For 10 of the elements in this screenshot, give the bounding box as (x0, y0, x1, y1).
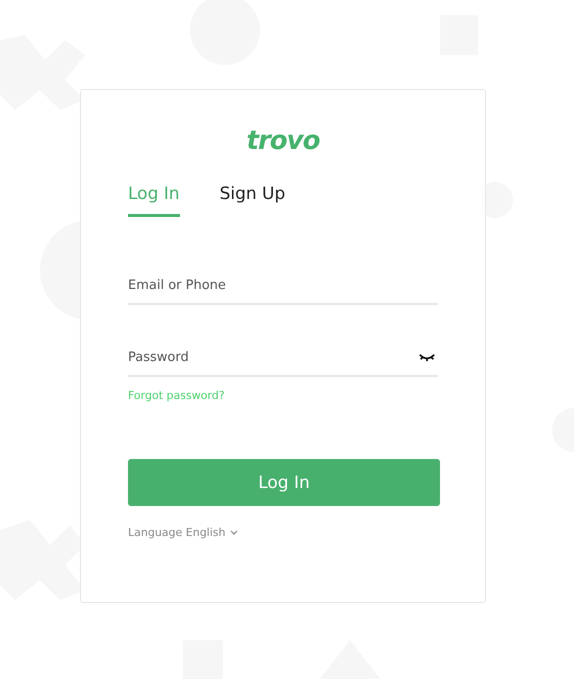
chevron-down-icon (230, 530, 238, 535)
login-button[interactable]: Log In (128, 459, 440, 506)
email-field[interactable]: Email or Phone (128, 278, 438, 292)
language-selector[interactable]: Language English (128, 526, 238, 539)
closed-eye-icon[interactable] (418, 352, 436, 362)
tab[interactable]: Sign Up (220, 184, 286, 217)
tab[interactable]: Log In (128, 184, 180, 217)
forgot-password-link[interactable]: Forgot password? (128, 389, 225, 402)
password-field[interactable]: Password (128, 350, 418, 364)
trovo-logo: trovo (246, 126, 320, 156)
